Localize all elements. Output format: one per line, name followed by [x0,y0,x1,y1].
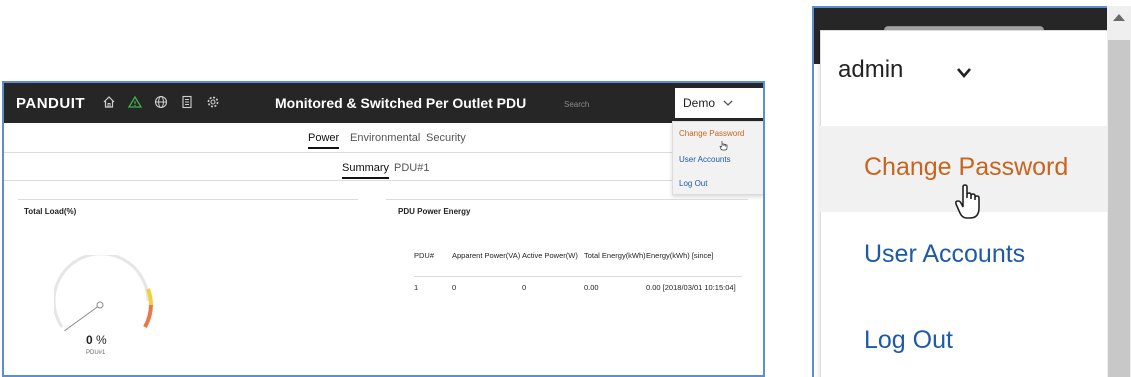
cell-active-power: 0 [522,282,527,292]
total-load-value: 0 % [86,333,107,347]
zoom-inset: dmin admin Change Password User Accounts… [812,6,1131,377]
nav-icon-group [100,93,222,111]
gauge-warning-band [146,288,153,306]
total-load-title: Total Load(%) [24,207,77,216]
user-menu-button[interactable]: Demo [675,88,763,118]
zoom-hand-cursor-icon [954,184,984,227]
globe-icon[interactable] [152,93,170,111]
search-input[interactable] [564,97,644,111]
document-icon[interactable] [178,93,196,111]
menu-item-log-out[interactable]: Log Out [679,179,707,188]
gear-icon[interactable] [204,93,222,111]
tab-environmental[interactable]: Environmental [350,132,420,144]
hand-cursor-icon [719,138,728,156]
zoom-scrollbar-thumb[interactable] [1108,40,1130,377]
panduit-logo: PANDUIT [16,95,86,112]
cell-pdu: 1 [414,282,419,292]
zoom-menu-item-change-password[interactable]: Change Password [864,153,1068,182]
scroll-up-arrow-icon[interactable] [1113,14,1125,21]
pdu-app-window: PANDUIT Monitored & Switched Per Outlet … [2,81,765,377]
user-name: Demo [683,96,716,110]
tab-security[interactable]: Security [426,132,466,144]
total-load-divider [18,199,358,200]
cell-energy-since: 0.00 [2018/03/01 10:15:04] [646,282,736,292]
col-pdu: PDU# [414,236,452,277]
zoom-menu-item-user-accounts[interactable]: User Accounts [864,240,1025,269]
cell-total-energy: 0.00 [584,282,599,292]
gauge-pdu-label: PDU#1 [86,350,106,356]
chevron-down-icon [723,96,733,110]
energy-title: PDU Power Energy [398,207,471,216]
energy-divider [386,199,748,200]
load-unit: % [96,333,107,347]
tab-power[interactable]: Power [308,132,340,149]
gauge-critical-band [143,304,153,328]
gauge-hub [96,301,104,309]
zoom-chevron-down-icon[interactable] [956,66,972,78]
col-apparent-power: Apparent Power(VA) [452,236,522,277]
secondary-tabs: Summary PDU#1 [4,153,763,181]
col-total-energy: Total Energy(kWh) [584,236,646,277]
table-row: 1 0 0 0.00 0.00 [2018/03/01 10:15:04] [414,276,742,299]
cell-apparent-power: 0 [452,282,457,292]
load-number: 0 [86,333,93,347]
energy-table: PDU# Apparent Power(VA) Active Power(W) … [414,236,742,299]
menu-item-change-password[interactable]: Change Password [679,129,744,138]
col-active-power: Active Power(W) [522,236,584,277]
table-header-row: PDU# Apparent Power(VA) Active Power(W) … [414,236,742,277]
home-icon[interactable] [100,93,118,111]
tab-summary[interactable]: Summary [342,162,390,179]
zoom-user-name[interactable]: admin [838,56,903,84]
tab-pdu1[interactable]: PDU#1 [394,162,429,174]
primary-tabs: Power Environmental Security [4,123,763,153]
user-dropdown-menu: Change Password User Accounts Log Out [672,121,763,195]
page-title: Monitored & Switched Per Outlet PDU [275,95,527,111]
top-navigation-bar: PANDUIT Monitored & Switched Per Outlet … [4,83,763,123]
warning-icon[interactable] [126,93,144,111]
menu-item-user-accounts[interactable]: User Accounts [679,155,731,164]
gauge-needle [64,304,101,332]
total-load-gauge [54,255,153,332]
col-energy-since: Energy(kWh) [since] [646,236,742,277]
zoom-menu-item-log-out[interactable]: Log Out [864,326,953,355]
